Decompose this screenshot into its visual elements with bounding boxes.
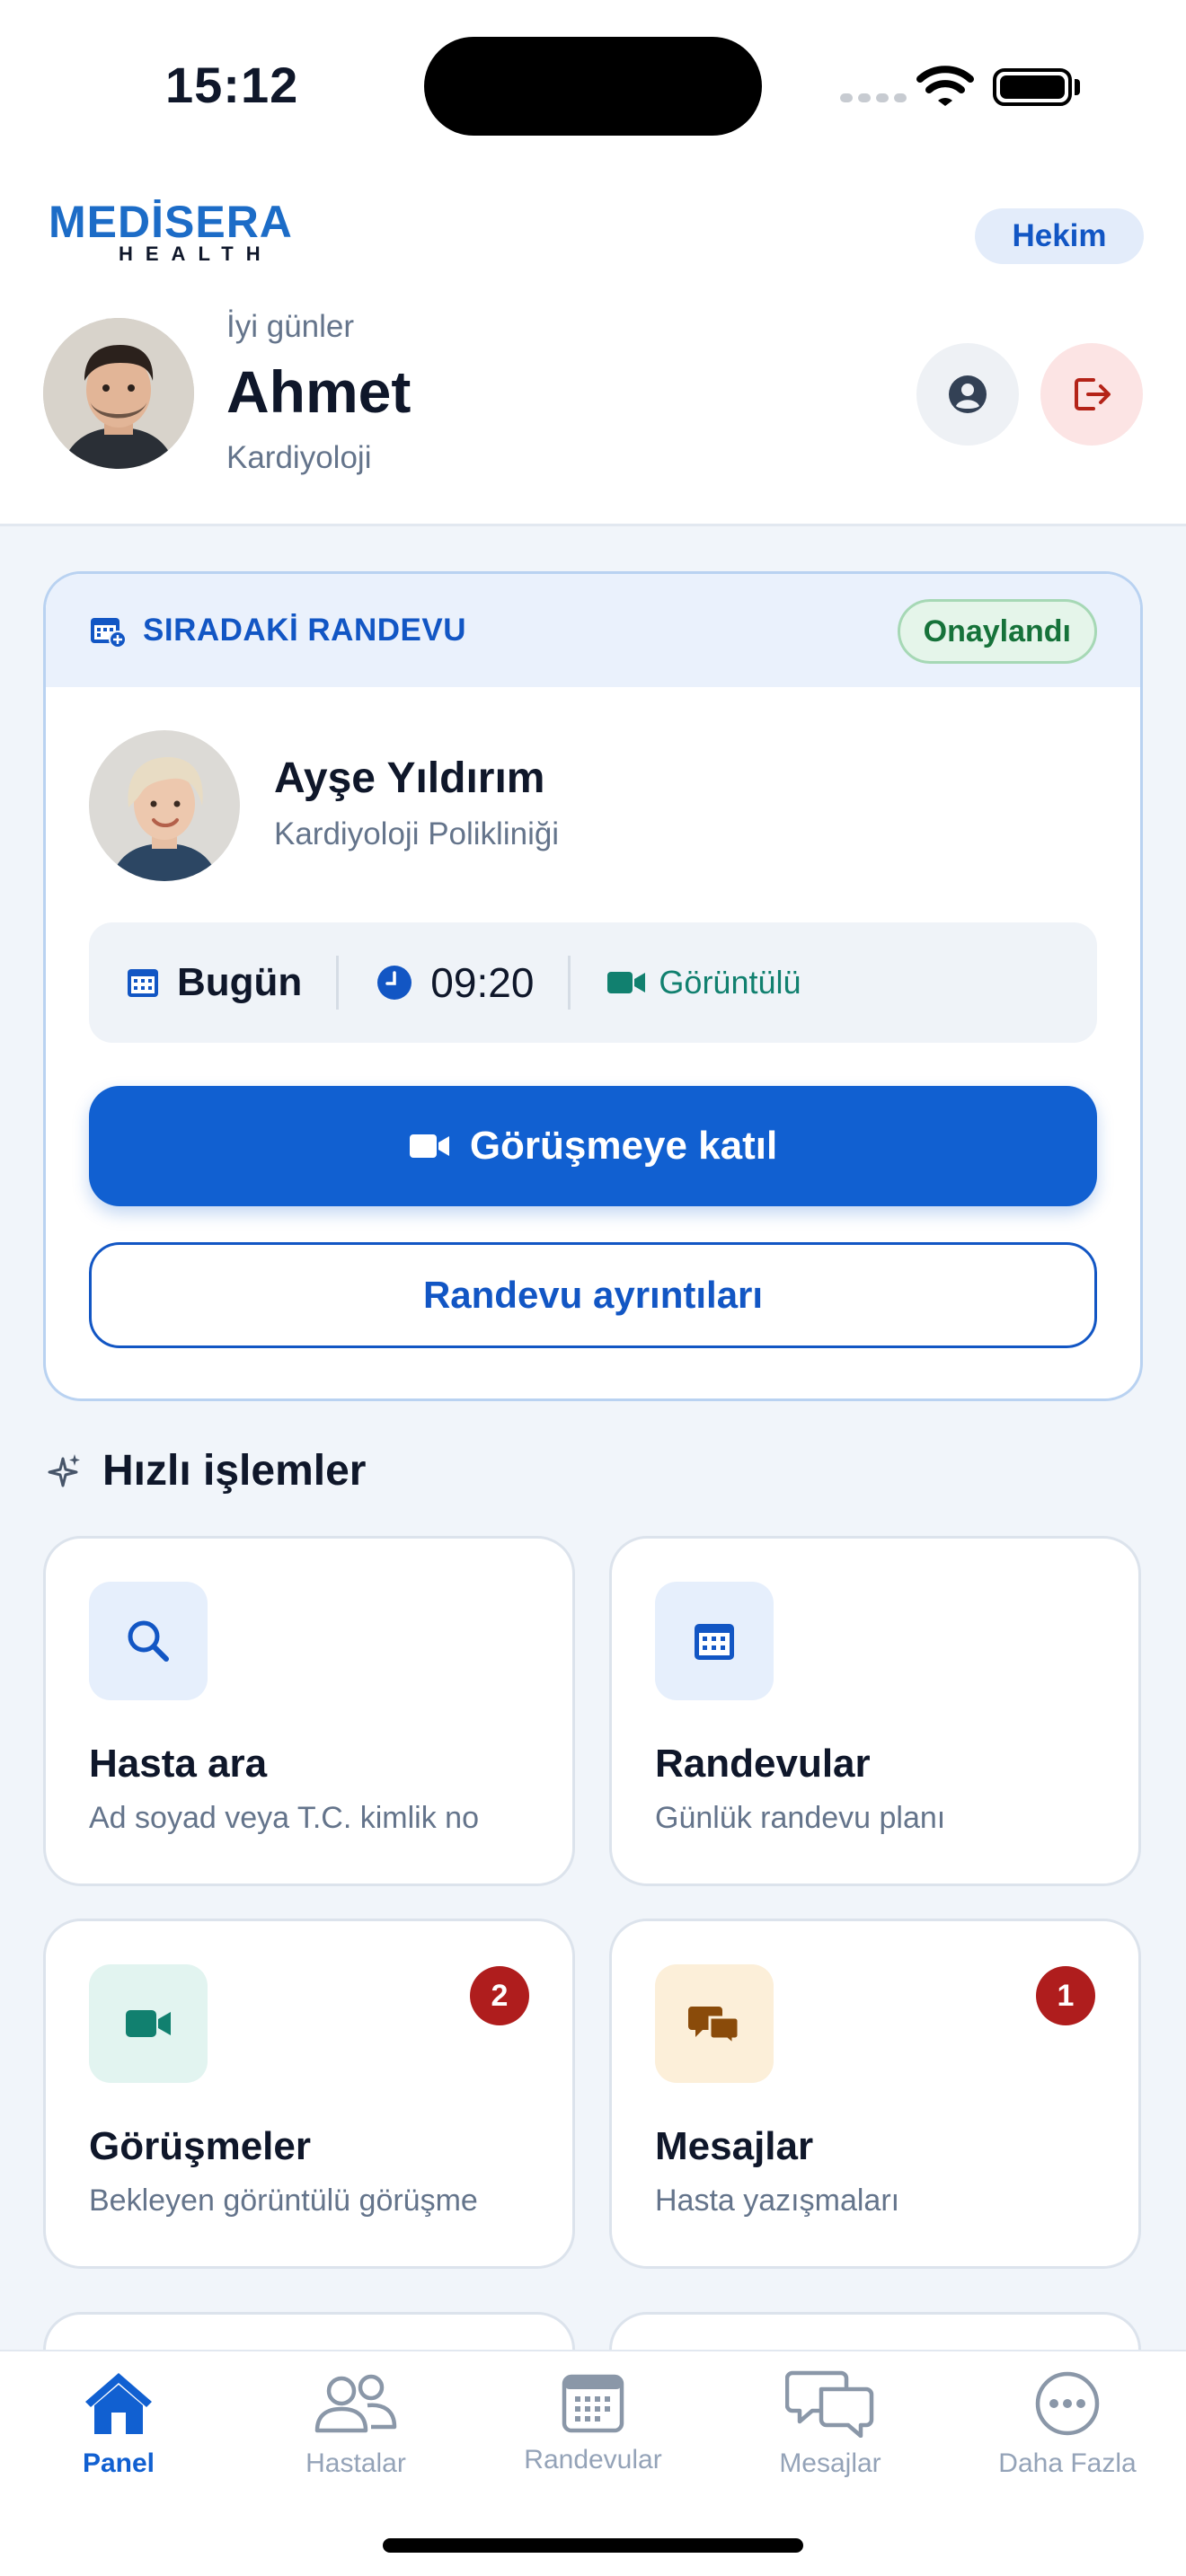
tab-label: Mesajlar — [779, 2448, 881, 2478]
quick-action-title: Hasta ara — [89, 1742, 268, 1786]
appointment-time: 09:20 — [430, 959, 535, 1006]
search-icon — [89, 1582, 208, 1700]
appointment-info-row: Bugün 09:20 Görüntülü — [89, 922, 1097, 1043]
svg-text:MEDİSERA: MEDİSERA — [49, 199, 293, 247]
quick-action-subtitle: Ad soyad veya T.C. kimlik no — [89, 1801, 479, 1835]
tab-appointments[interactable]: Randevular — [474, 2369, 712, 2504]
user-department: Kardiyoloji — [226, 440, 372, 475]
quick-action-messages[interactable]: 1 Mesajlar Hasta yazışmaları — [609, 1919, 1141, 2269]
quick-action-search-patient[interactable]: Hasta ara Ad soyad veya T.C. kimlik no — [43, 1536, 575, 1886]
notification-badge: 2 — [470, 1966, 529, 2025]
status-time: 15:12 — [165, 57, 299, 113]
appointment-type: Görüntülü — [659, 964, 801, 1001]
tab-label: Daha Fazla — [998, 2448, 1137, 2478]
medisera-logo: MEDİSERA HEALTH — [49, 199, 293, 262]
home-icon — [85, 2373, 152, 2434]
home-indicator[interactable] — [383, 2538, 803, 2553]
quick-actions-title: Hızlı işlemler — [102, 1447, 367, 1495]
date-segment: Bugün — [89, 922, 336, 1043]
patient-clinic: Kardiyoloji Polikliniği — [274, 816, 560, 851]
quick-actions-heading: Hızlı işlemler — [47, 1446, 366, 1495]
quick-action-subtitle: Günlük randevu planı — [655, 1801, 946, 1835]
dynamic-island — [424, 37, 762, 136]
next-appointment-card: SIRADAKİ RANDEVU Onaylandı Ayşe Yıldırım… — [43, 571, 1143, 1401]
chat-icon — [785, 2370, 874, 2438]
calendar-icon — [562, 2374, 624, 2433]
calendar-icon — [128, 969, 158, 997]
quick-action-title: Mesajlar — [655, 2124, 814, 2168]
tab-label: Panel — [82, 2448, 155, 2478]
tab-patients[interactable]: Hastalar — [237, 2369, 474, 2504]
tab-label: Randevular — [524, 2445, 662, 2475]
tab-label: Hastalar — [305, 2448, 406, 2478]
appointment-card-header: SIRADAKİ RANDEVU Onaylandı — [46, 574, 1140, 687]
greeting-text: İyi günler — [226, 309, 355, 344]
app-header: 15:12 MEDİSERA HEALTH Hekim İyi günler A… — [0, 0, 1186, 526]
more-icon — [1035, 2371, 1100, 2436]
users-icon — [314, 2374, 397, 2433]
quick-action-appointments[interactable]: Randevular Günlük randevu planı — [609, 1536, 1141, 1886]
tab-messages[interactable]: Mesajlar — [712, 2369, 949, 2504]
type-segment: Görüntülü — [571, 922, 801, 1043]
svg-text:HEALTH: HEALTH — [119, 243, 273, 262]
sparkles-icon — [48, 1453, 80, 1486]
appointment-date: Bugün — [177, 960, 303, 1004]
cellular-signal-icon — [840, 93, 907, 102]
chat-icon — [655, 1964, 774, 2083]
battery-icon — [993, 68, 1072, 106]
section-label: SIRADAKİ RANDEVU — [143, 613, 466, 648]
quick-action-title: Randevular — [655, 1742, 871, 1786]
time-segment: 09:20 — [339, 922, 568, 1043]
tab-panel[interactable]: Panel — [0, 2369, 237, 2504]
join-call-button[interactable]: Görüşmeye katıl — [89, 1086, 1097, 1206]
logout-button[interactable] — [1040, 343, 1143, 446]
video-camera-icon — [409, 1134, 449, 1158]
user-name: Ahmet — [226, 358, 412, 425]
quick-action-title: Görüşmeler — [89, 2124, 311, 2168]
doctor-avatar[interactable] — [43, 318, 194, 469]
user-circle-icon — [949, 375, 987, 413]
quick-action-calls[interactable]: 2 Görüşmeler Bekleyen görüntülü görüşme — [43, 1919, 575, 2269]
wifi-icon — [916, 66, 974, 106]
calendar-plus-icon — [91, 618, 127, 648]
role-badge: Hekim — [975, 208, 1144, 264]
notification-badge: 1 — [1036, 1966, 1095, 2025]
video-icon — [89, 1964, 208, 2083]
status-badge: Onaylandı — [897, 599, 1097, 664]
quick-action-subtitle: Hasta yazışmaları — [655, 2183, 900, 2218]
tab-more[interactable]: Daha Fazla — [949, 2369, 1186, 2504]
appointment-details-button[interactable]: Randevu ayrıntıları — [89, 1242, 1097, 1348]
profile-button[interactable] — [916, 343, 1019, 446]
quick-action-subtitle: Bekleyen görüntülü görüşme — [89, 2183, 478, 2218]
join-call-label: Görüşmeye katıl — [469, 1124, 778, 1168]
patient-avatar — [89, 730, 240, 881]
clock-icon — [377, 966, 412, 1000]
logout-icon — [1075, 378, 1111, 410]
patient-name: Ayşe Yıldırım — [274, 754, 545, 802]
video-camera-icon — [607, 972, 646, 993]
calendar-icon — [655, 1582, 774, 1700]
